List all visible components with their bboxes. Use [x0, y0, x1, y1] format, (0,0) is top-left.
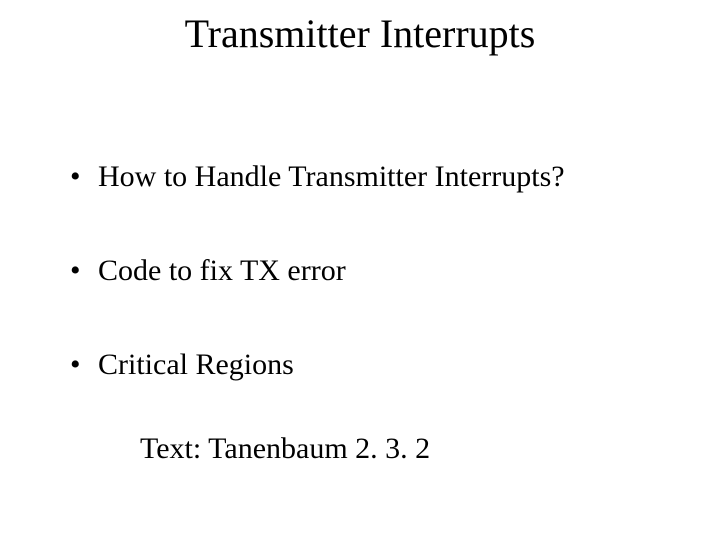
bullet-item: Code to fix TX error [70, 254, 670, 288]
slide-title: Transmitter Interrupts [0, 10, 720, 57]
bullet-item: How to Handle Transmitter Interrupts? [70, 160, 670, 194]
bullet-item: Critical Regions [70, 348, 670, 382]
slide-body: How to Handle Transmitter Interrupts? Co… [70, 160, 670, 466]
reference-text: Text: Tanenbaum 2. 3. 2 [140, 432, 670, 466]
slide: Transmitter Interrupts How to Handle Tra… [0, 0, 720, 540]
